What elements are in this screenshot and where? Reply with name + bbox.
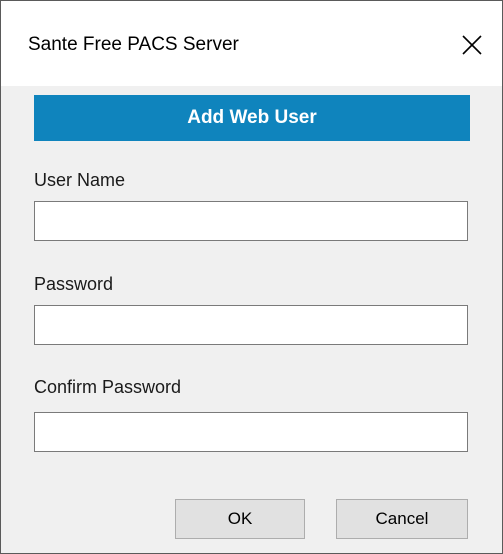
password-label: Password bbox=[34, 274, 114, 294]
ok-button[interactable]: OK bbox=[175, 499, 305, 539]
close-icon bbox=[462, 35, 482, 55]
user-name-label: User Name bbox=[34, 170, 126, 190]
confirm-password-label: Confirm Password bbox=[34, 377, 182, 397]
user-name-input[interactable] bbox=[34, 201, 468, 241]
password-input[interactable] bbox=[34, 305, 468, 345]
dialog-heading-banner: Add Web User bbox=[34, 95, 470, 141]
confirm-password-input[interactable] bbox=[34, 412, 468, 452]
dialog-window: Sante Free PACS Server Add Web User User… bbox=[0, 0, 503, 554]
title-bar: Sante Free PACS Server bbox=[1, 1, 502, 86]
window-title: Sante Free PACS Server bbox=[28, 34, 239, 55]
close-button[interactable] bbox=[442, 23, 502, 67]
cancel-button[interactable]: Cancel bbox=[336, 499, 468, 539]
